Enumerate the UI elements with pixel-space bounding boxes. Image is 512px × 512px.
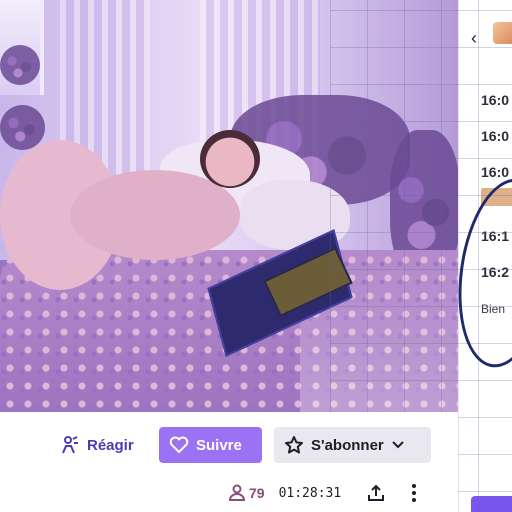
star-icon (284, 435, 304, 455)
stream-stats: 79 01:28:31 (228, 480, 341, 506)
video-person-head (200, 130, 260, 188)
chat-emote (481, 188, 512, 206)
chat-send-button[interactable] (471, 496, 512, 512)
chat-panel: ‹ 16:0 16:0 16:0 16:1 16:2 Bien (458, 0, 512, 512)
heart-icon (169, 436, 189, 454)
chat-timestamp: 16:0 (481, 128, 510, 144)
subscribe-label: S'abonner (311, 436, 384, 454)
person-icon (228, 483, 246, 504)
video-flowers (0, 45, 40, 85)
chat-timestamp: 16:2 (481, 264, 510, 280)
react-label: Réagir (87, 436, 134, 454)
chevron-left-icon[interactable]: ‹ (471, 28, 477, 49)
video-player[interactable] (0, 0, 458, 412)
react-button[interactable]: Réagir (50, 427, 144, 463)
channel-avatar[interactable] (493, 22, 512, 44)
stream-uptime: 01:28:31 (278, 485, 342, 501)
video-flowers (0, 105, 45, 150)
follow-button[interactable]: Suivre (159, 427, 262, 463)
subscribe-button[interactable]: S'abonner (274, 427, 431, 463)
chat-timestamp: 16:0 (481, 164, 510, 180)
follow-label: Suivre (196, 436, 242, 454)
react-icon (60, 435, 80, 455)
more-vertical-icon[interactable] (402, 480, 426, 506)
viewer-count-value: 79 (249, 485, 265, 501)
chat-timestamp: 16:0 (481, 92, 510, 108)
share-icon[interactable] (364, 480, 388, 506)
chevron-down-icon[interactable] (391, 440, 405, 450)
chat-message: Bien (481, 302, 506, 316)
chat-timestamp: 16:1 (481, 228, 510, 244)
viewer-count: 79 (228, 483, 265, 504)
